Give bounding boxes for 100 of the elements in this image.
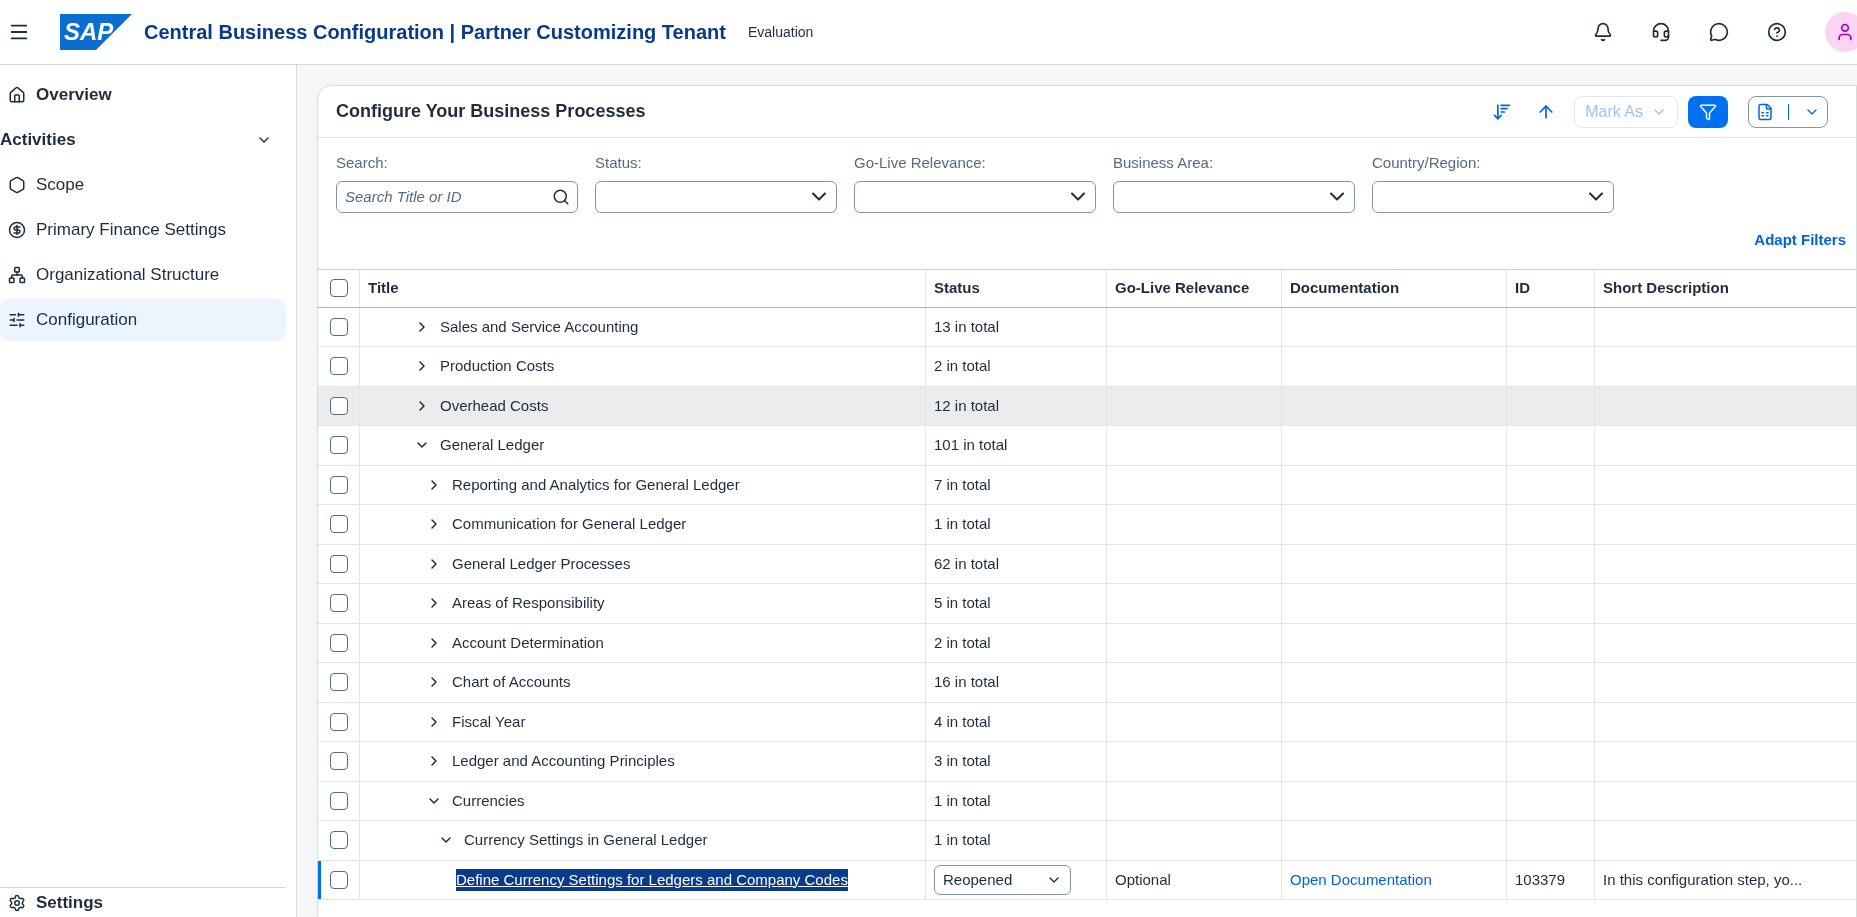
nav-item[interactable]: Scope (0, 163, 286, 206)
row-title: Areas of Responsibility (452, 593, 605, 613)
nav-group-header[interactable]: Activities (0, 117, 286, 162)
row-title: Sales and Service Accounting (440, 316, 639, 337)
table-row[interactable]: Areas of Responsibility 5 in total (318, 584, 1856, 624)
nav-item[interactable]: Configuration (0, 298, 286, 341)
chat-icon[interactable] (1709, 22, 1729, 42)
nav-item[interactable]: Overview (0, 73, 286, 116)
nav-icon (8, 265, 26, 284)
status-count: 7 in total (934, 474, 991, 495)
row-checkbox[interactable] (329, 712, 348, 731)
column-header[interactable]: Documentation (1290, 276, 1400, 300)
row-title: Ledger and Accounting Principles (452, 751, 675, 771)
table-row[interactable]: General Ledger 101 in total (318, 426, 1856, 466)
row-title: Currencies (452, 790, 525, 811)
nav-item[interactable]: Primary Finance Settings (0, 208, 286, 251)
status-count: 101 in total (934, 435, 1008, 455)
documentation-link[interactable]: Open Documentation (1290, 868, 1432, 891)
table-row[interactable]: Communication for General Ledger 1 in total (318, 505, 1856, 545)
search-icon[interactable] (552, 187, 570, 206)
notification-icon[interactable] (1593, 22, 1613, 42)
table-row[interactable]: Ledger and Accounting Principles 3 in total (318, 742, 1856, 782)
status-count: 2 in total (934, 632, 991, 653)
table-row[interactable]: Currency Settings in General Ledger 1 in total (318, 821, 1856, 861)
nav-item[interactable]: Settings (36, 889, 104, 916)
row-checkbox[interactable] (329, 673, 348, 692)
row-checkbox[interactable] (329, 436, 348, 455)
avatar[interactable] (1825, 12, 1857, 52)
table-row[interactable]: Currencies 1 in total (318, 781, 1856, 821)
nav-item[interactable]: Organizational Structure (0, 253, 286, 296)
row-checkbox[interactable] (329, 633, 348, 652)
settings-icon (8, 893, 26, 912)
filter-label: Business Area: (1113, 153, 1215, 173)
row-checkbox[interactable] (329, 554, 348, 573)
row-checkbox[interactable] (329, 515, 348, 534)
row-title: General Ledger Processes (452, 553, 631, 574)
app-title: Central Business Configuration | Partner Customizing Tenant (144, 20, 726, 45)
table-row[interactable]: Account Determination 2 in total (318, 623, 1856, 663)
row-checkbox[interactable] (329, 357, 348, 376)
filter-dropdown[interactable] (1372, 180, 1614, 213)
row-title: Overhead Costs (440, 395, 549, 416)
row-checkbox[interactable] (329, 317, 348, 336)
column-header[interactable]: Title (368, 276, 399, 300)
status-count: 62 in total (934, 553, 1000, 574)
help-icon[interactable] (1767, 22, 1787, 42)
row-title: Chart of Accounts (452, 672, 571, 692)
row-checkbox[interactable] (329, 396, 348, 415)
filter-button[interactable] (1688, 95, 1728, 128)
environment-label: Evaluation (747, 22, 814, 42)
go-live-value: Optional (1115, 869, 1171, 890)
nav-icon (8, 310, 26, 329)
search-field[interactable]: Search Title or ID (336, 180, 578, 213)
filter-dropdown[interactable] (595, 180, 837, 213)
chevron-down-icon (1589, 192, 1603, 201)
headset-icon[interactable] (1651, 22, 1671, 42)
filter-label: Country/Region: (1372, 153, 1482, 173)
row-title: Communication for General Ledger (452, 514, 687, 534)
row-checkbox[interactable] (329, 752, 348, 771)
logo[interactable]: SAP (60, 14, 132, 50)
status-count: 1 in total (934, 514, 991, 534)
status-count: 2 in total (934, 356, 991, 376)
filter-dropdown[interactable] (1113, 180, 1355, 213)
table-row[interactable]: Reporting and Analytics for General Ledger 7 in total (318, 465, 1856, 505)
nav-icon (8, 175, 26, 194)
row-checkbox[interactable] (329, 831, 348, 850)
status-count: 12 in total (934, 395, 1000, 416)
nav-icon (8, 220, 26, 239)
column-header[interactable]: ID (1515, 276, 1530, 300)
row-title: Reporting and Analytics for General Ledger (452, 474, 740, 495)
table-row[interactable]: Fiscal Year 4 in total (318, 702, 1856, 742)
row-checkbox[interactable] (329, 475, 348, 494)
id-value: 103379 (1515, 869, 1566, 890)
status-count: 16 in total (934, 672, 1000, 692)
export-menu-button[interactable] (1748, 95, 1828, 128)
chevron-down-icon (812, 192, 826, 201)
adapt-filters-link[interactable]: Adapt Filters (1754, 229, 1846, 252)
select-all-checkbox[interactable] (329, 279, 348, 297)
column-header[interactable]: Go-Live Relevance (1115, 276, 1250, 300)
status-dropdown[interactable]: Reopened (934, 864, 1071, 895)
nav-icon (8, 85, 26, 104)
column-header[interactable]: Short Description (1603, 276, 1729, 300)
filter-label: Status: (595, 153, 643, 173)
table-row[interactable]: Overhead Costs 12 in total (318, 386, 1856, 426)
table-row[interactable]: General Ledger Processes 62 in total (318, 544, 1856, 584)
table-row[interactable]: Sales and Service Accounting 13 in total (318, 307, 1856, 347)
spreadsheet-icon (1756, 102, 1775, 121)
row-checkbox[interactable] (329, 870, 348, 889)
row-checkbox[interactable] (329, 791, 348, 810)
row-checkbox[interactable] (329, 594, 348, 613)
table-row[interactable]: Production Costs 2 in total (318, 347, 1856, 387)
column-header[interactable]: Status (934, 276, 980, 300)
table-row[interactable]: Define Currency Settings for Ledgers and Company Codes Reopened Optional Open Documentation 103379 In this configuration step, yo... (318, 860, 1856, 900)
table-row[interactable]: Chart of Accounts 16 in total (318, 663, 1856, 703)
row-title: General Ledger (440, 435, 545, 455)
filter-dropdown[interactable] (854, 180, 1096, 213)
chevron-down-icon (1330, 192, 1344, 201)
status-count: 13 in total (934, 316, 1000, 337)
step-title-link[interactable]: Define Currency Settings for Ledgers and Company Codes (456, 868, 848, 891)
chevron-down-icon (1071, 192, 1085, 201)
filter-label: Go-Live Relevance: (854, 153, 987, 173)
